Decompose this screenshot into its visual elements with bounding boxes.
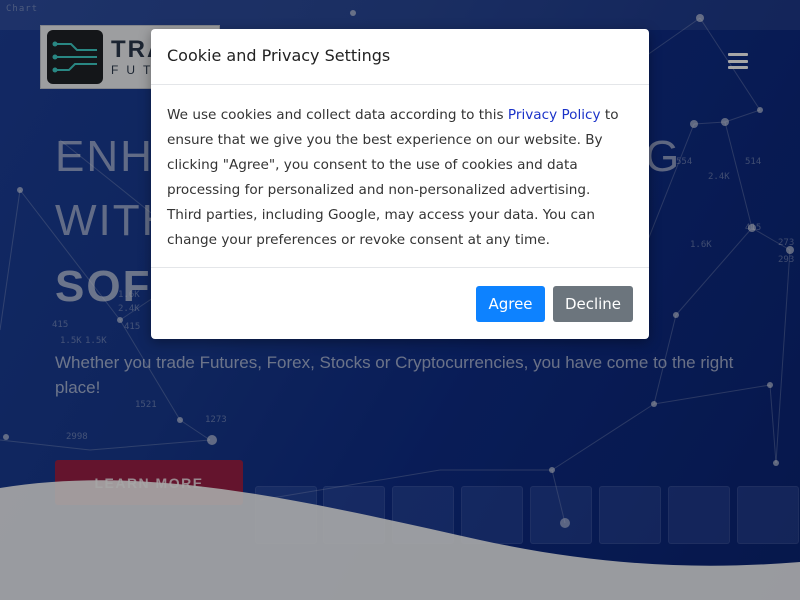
agree-button[interactable]: Agree [476, 286, 545, 322]
dialog-footer: Agree Decline [151, 269, 649, 339]
dialog-title: Cookie and Privacy Settings [167, 46, 391, 65]
dialog-paragraph-1: We use cookies and collect data accordin… [167, 103, 633, 203]
dialog-body: We use cookies and collect data accordin… [151, 85, 649, 268]
dialog-paragraph-2: Third parties, including Google, may acc… [167, 207, 595, 248]
dialog-text-before-link: We use cookies and collect data accordin… [167, 107, 508, 123]
cookie-consent-dialog: Cookie and Privacy Settings We use cooki… [151, 29, 649, 339]
decline-button[interactable]: Decline [553, 286, 633, 322]
privacy-policy-link[interactable]: Privacy Policy [508, 107, 601, 123]
dialog-header: Cookie and Privacy Settings [151, 29, 649, 85]
